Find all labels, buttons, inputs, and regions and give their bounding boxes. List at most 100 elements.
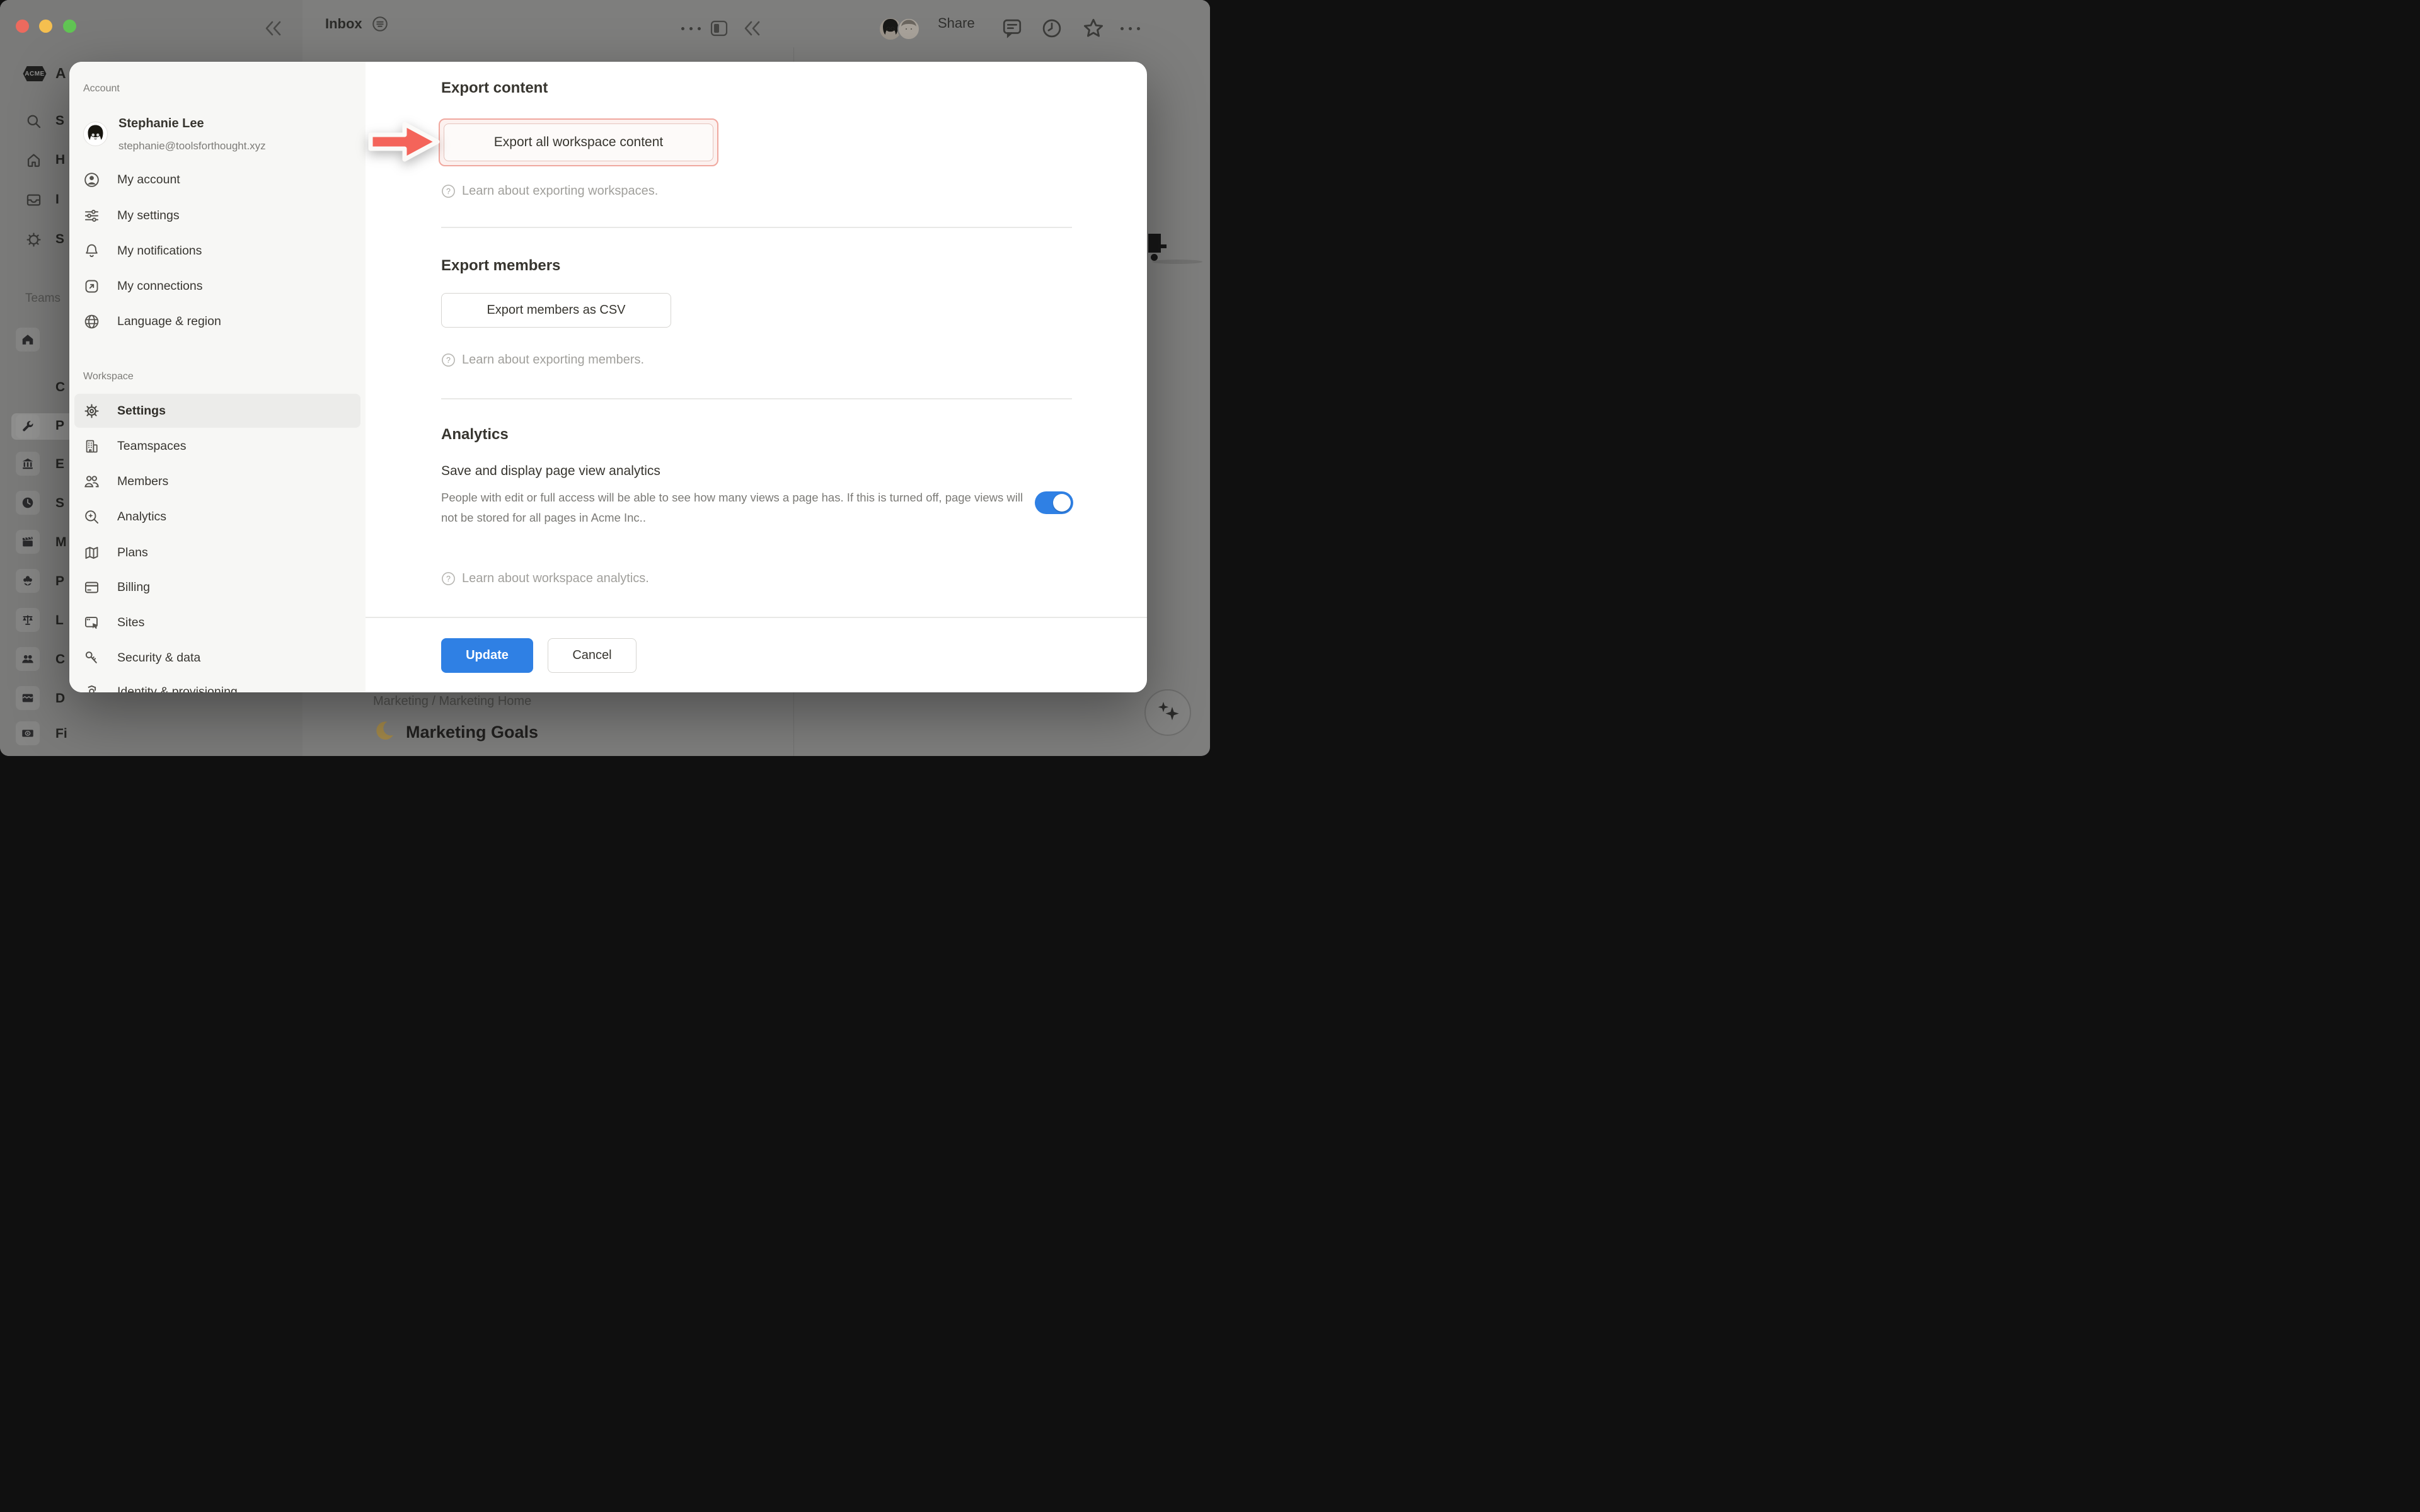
learn-workspace-analytics-link[interactable]: ? Learn about workspace analytics. (441, 571, 649, 586)
teamspaces-header: Teams (25, 292, 60, 306)
section-divider (441, 227, 1072, 228)
teamspace-item-5[interactable]: P (55, 574, 64, 589)
teamspace-icon-wrench[interactable] (16, 415, 40, 438)
teamspace-icon-box[interactable] (16, 686, 40, 710)
export-content-heading: Export content (441, 79, 548, 97)
gear-icon (83, 403, 100, 420)
update-button[interactable]: Update (441, 638, 533, 673)
sliders-icon (83, 207, 100, 224)
settings-gear-icon[interactable] (25, 231, 42, 248)
sidebar-item-teamspaces[interactable]: Teamspaces (83, 438, 186, 455)
svg-text:?: ? (446, 575, 451, 583)
help-circle-icon: ? (441, 571, 456, 586)
sidebar-item-analytics[interactable]: Analytics (83, 508, 166, 525)
avatar (83, 122, 108, 146)
teamspace-item-3[interactable]: S (55, 496, 64, 511)
browser-cursor-icon (83, 614, 100, 631)
export-all-workspace-content-button[interactable]: Export all workspace content (444, 123, 713, 161)
teamspace-icon-clock[interactable] (16, 491, 40, 515)
sidebar-item-my-settings[interactable]: My settings (83, 207, 180, 224)
page-menu-icon[interactable] (1121, 27, 1140, 30)
teamspace-item-9[interactable]: Fi (55, 726, 67, 742)
credit-card-icon (83, 579, 100, 596)
sidebar-item-settings[interactable]: S (55, 232, 64, 247)
help-circle-icon: ? (441, 184, 456, 198)
analytics-toggle[interactable] (1035, 491, 1073, 514)
teamspace-item-0[interactable]: C (55, 380, 65, 395)
workspace-logo[interactable]: ACME (21, 66, 49, 82)
close-window-button[interactable] (16, 20, 29, 33)
sidebar-item-my-connections[interactable]: My connections (83, 278, 202, 295)
learn-exporting-workspaces-link[interactable]: ? Learn about exporting workspaces. (441, 184, 658, 198)
user-row[interactable] (83, 122, 108, 146)
sidebar-item-security-data[interactable]: Security & data (83, 650, 200, 667)
export-members-heading: Export members (441, 257, 560, 275)
teamspace-icon-people[interactable] (16, 647, 40, 671)
search-icon[interactable] (25, 113, 42, 130)
comments-icon[interactable] (1001, 17, 1023, 40)
footer-divider (366, 617, 1147, 618)
teamspace-icon-scales[interactable] (16, 608, 40, 632)
collapse-panel-icon[interactable] (742, 19, 763, 38)
more-options-icon[interactable] (681, 27, 701, 30)
teamspace-item-2[interactable]: E (55, 457, 64, 472)
zoom-window-button[interactable] (63, 20, 76, 33)
workspace-name[interactable]: A (55, 65, 66, 82)
page-illustration-fragment (1148, 234, 1161, 253)
teamspace-item-4[interactable]: M (55, 535, 67, 550)
home-icon[interactable] (25, 152, 42, 169)
sidebar-item-inbox[interactable]: I (55, 192, 59, 207)
sidebar-item-language-region[interactable]: Language & region (83, 313, 221, 330)
avatar-collaborator[interactable] (896, 15, 921, 43)
analytics-heading: Analytics (441, 426, 509, 444)
svg-text:?: ? (446, 187, 451, 196)
workspace-section-header: Workspace (83, 371, 134, 382)
share-button[interactable]: Share (938, 15, 975, 32)
export-members-csv-button[interactable]: Export members as CSV (441, 293, 671, 328)
sidebar-item-identity-provisioning[interactable]: Identity & provisioning (83, 684, 238, 692)
breadcrumb[interactable]: Marketing / Marketing Home (373, 694, 531, 709)
history-clock-icon[interactable] (1040, 17, 1063, 40)
learn-exporting-members-link[interactable]: ? Learn about exporting members. (441, 353, 644, 367)
teamspace-icon-home[interactable] (16, 328, 40, 352)
page-view-analytics-description: People with edit or full access will be … (441, 469, 1030, 528)
side-peek-icon[interactable] (710, 19, 729, 38)
sidebar-item-billing[interactable]: Billing (83, 579, 150, 596)
teamspace-icon-banknote[interactable] (16, 721, 40, 745)
inbox-icon[interactable] (25, 192, 42, 209)
teamspace-icon-bank[interactable] (16, 452, 40, 476)
sidebar-item-plans[interactable]: Plans (83, 544, 148, 561)
sidebar-item-my-notifications[interactable]: My notifications (83, 243, 202, 260)
tab-title: Inbox (325, 16, 362, 32)
sidebar-item-members[interactable]: Members (83, 473, 168, 490)
teamspace-item-7[interactable]: C (55, 652, 65, 667)
ai-assistant-button[interactable] (1144, 689, 1191, 736)
teamspace-item-1[interactable]: P (55, 418, 64, 433)
sidebar-item-home[interactable]: H (55, 152, 65, 168)
globe-icon (83, 313, 100, 330)
annotation-highlight-box: Export all workspace content (439, 118, 718, 166)
collapse-sidebar-icon[interactable] (263, 19, 284, 38)
page-illustration-dot (1151, 254, 1158, 261)
toggle-knob (1053, 494, 1071, 512)
inbox-filter-icon[interactable] (371, 15, 389, 33)
page-title[interactable]: Marketing Goals (406, 723, 538, 742)
cancel-button[interactable]: Cancel (548, 638, 637, 673)
teamspace-item-6[interactable]: L (55, 613, 64, 628)
user-name: Stephanie Lee (118, 117, 204, 131)
person-circle-icon (83, 171, 100, 188)
sidebar-item-search[interactable]: S (55, 113, 64, 129)
arrow-up-right-box-icon (83, 278, 100, 295)
user-email: stephanie@toolsforthought.xyz (118, 140, 266, 152)
minimize-window-button[interactable] (39, 20, 52, 33)
title-bar: Inbox Share (0, 0, 1210, 47)
section-divider (441, 398, 1072, 399)
teamspace-icon-flower[interactable] (16, 569, 40, 593)
favorite-star-icon[interactable] (1081, 16, 1105, 40)
sparkles-icon (1146, 690, 1190, 735)
sidebar-item-sites[interactable]: Sites (83, 614, 144, 631)
sidebar-item-settings[interactable]: Settings (83, 403, 166, 420)
teamspace-icon-clapperboard[interactable] (16, 530, 40, 554)
teamspace-item-8[interactable]: D (55, 691, 65, 706)
sidebar-item-my-account[interactable]: My account (83, 171, 180, 188)
